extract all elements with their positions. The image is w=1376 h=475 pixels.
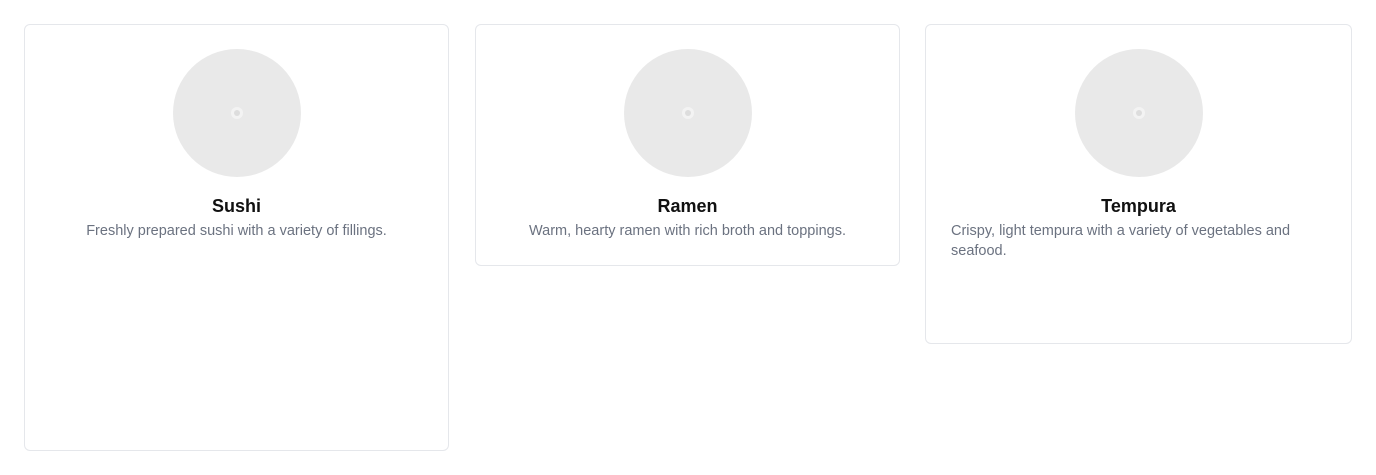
image-placeholder-icon bbox=[230, 107, 243, 119]
card-description: Crispy, light tempura with a variety of … bbox=[951, 223, 1291, 259]
image-placeholder-icon bbox=[681, 107, 694, 119]
card-ramen[interactable]: Ramen Warm, hearty ramen with rich broth… bbox=[475, 24, 900, 266]
ramen-image bbox=[623, 49, 752, 177]
card-tempura[interactable]: Tempura Crispy, light tempura with a var… bbox=[925, 24, 1352, 344]
sushi-image bbox=[172, 49, 301, 177]
card-sushi[interactable]: Sushi Freshly prepared sushi with a vari… bbox=[24, 24, 449, 451]
card-description: Warm, hearty ramen with rich broth and t… bbox=[529, 223, 846, 239]
card-title: Sushi bbox=[211, 196, 261, 216]
card-title: Tempura bbox=[1101, 196, 1176, 216]
card-description: Freshly prepared sushi with a variety of… bbox=[86, 223, 387, 239]
card-title: Ramen bbox=[657, 196, 718, 216]
tempura-image bbox=[1074, 49, 1203, 177]
image-placeholder-icon bbox=[1132, 107, 1145, 119]
